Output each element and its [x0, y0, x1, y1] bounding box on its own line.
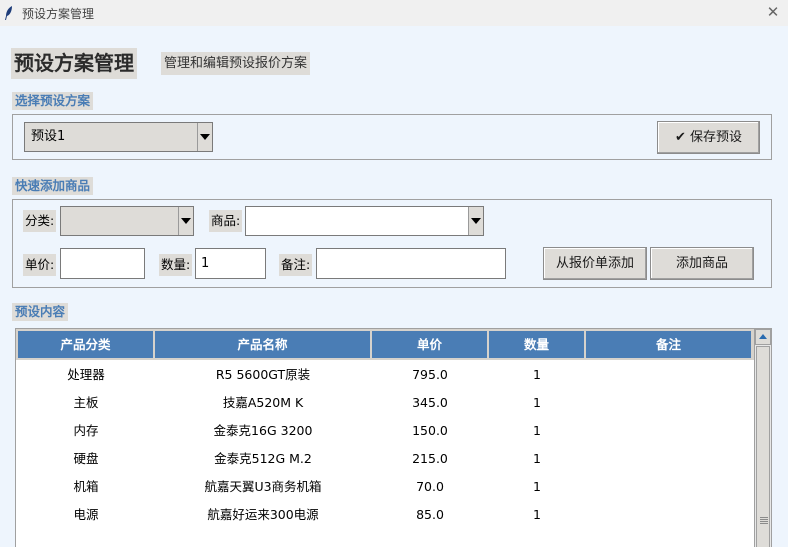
close-icon[interactable]: ✕	[764, 2, 782, 22]
scroll-up-icon[interactable]	[755, 329, 771, 345]
table-row[interactable]: 内存 金泰克16G 3200 150.0 1	[16, 417, 755, 445]
column-header-note[interactable]: 备注	[586, 331, 752, 358]
add-from-quote-button[interactable]: 从报价单添加	[543, 247, 647, 280]
vertical-scrollbar[interactable]	[754, 329, 771, 547]
chevron-down-icon[interactable]	[468, 207, 483, 235]
cell-note	[586, 361, 752, 389]
note-input[interactable]	[316, 248, 506, 279]
client-area: 预设方案管理 管理和编辑预设报价方案 选择预设方案 预设1 ✔ 保存预设 快速添…	[0, 26, 788, 547]
quick-add-section-label: 快速添加商品	[12, 177, 94, 195]
preset-content-table[interactable]: 产品分类 产品名称 单价 数量 备注 处理器 R5 5600GT原装 795.0…	[15, 328, 772, 547]
cell-product-name: 航嘉好运来300电源	[207, 507, 319, 522]
table-row[interactable]: 机箱 航嘉天翼U3商务机箱 70.0 1	[16, 473, 755, 501]
cell-quantity: 1	[533, 451, 541, 466]
save-preset-button[interactable]: ✔ 保存预设	[657, 121, 760, 154]
cell-unit-price: 70.0	[416, 479, 444, 494]
product-label: 商品:	[209, 210, 243, 232]
cell-unit-price: 795.0	[412, 367, 448, 382]
category-combobox[interactable]	[60, 206, 194, 236]
table-row[interactable]: 主板 技嘉A520M K 345.0 1	[16, 389, 755, 417]
cell-note	[586, 473, 752, 501]
price-input[interactable]	[60, 248, 145, 279]
category-label: 分类:	[23, 210, 57, 232]
feather-icon	[5, 6, 12, 20]
quick-add-frame: 分类: 商品: 单价: 数量: 1 备注: 从报价单添加 添加商品	[12, 199, 772, 288]
window-title: 预设方案管理	[22, 7, 95, 21]
table-row[interactable]: 处理器 R5 5600GT原装 795.0 1	[16, 361, 755, 389]
title-bar: 预设方案管理 ✕	[0, 0, 788, 26]
cell-product-name: 技嘉A520M K	[222, 395, 304, 410]
grip-line	[760, 523, 768, 524]
column-header-quantity[interactable]: 数量	[489, 331, 585, 358]
cell-category: 主板	[73, 395, 99, 410]
cell-note	[586, 389, 752, 417]
cell-product-name: 金泰克16G 3200	[213, 423, 313, 438]
cell-category: 处理器	[67, 367, 105, 382]
preset-combobox[interactable]: 预设1	[24, 122, 213, 152]
add-product-button[interactable]: 添加商品	[650, 247, 754, 280]
cell-category: 内存	[73, 423, 99, 438]
cell-quantity: 1	[533, 423, 541, 438]
table-row[interactable]: 硬盘 金泰克512G M.2 215.0 1	[16, 445, 755, 473]
chevron-down-icon[interactable]	[197, 123, 212, 151]
page-title: 预设方案管理	[11, 48, 137, 79]
cell-product-name: 金泰克512G M.2	[214, 451, 312, 466]
quantity-label: 数量:	[159, 254, 193, 276]
cell-quantity: 1	[533, 395, 541, 410]
cell-product-name: 航嘉天翼U3商务机箱	[204, 479, 322, 494]
cell-note	[586, 445, 752, 473]
cell-unit-price: 215.0	[412, 451, 448, 466]
column-header-category[interactable]: 产品分类	[18, 331, 154, 358]
cell-product-name: R5 5600GT原装	[215, 367, 311, 382]
grip-line	[760, 521, 768, 522]
cell-quantity: 1	[533, 479, 541, 494]
cell-quantity: 1	[533, 367, 541, 382]
cell-note	[586, 417, 752, 445]
table-row[interactable]: 电源 航嘉好运来300电源 85.0 1	[16, 501, 755, 529]
scrollbar-thumb[interactable]	[756, 346, 770, 547]
cell-quantity: 1	[533, 507, 541, 522]
table-header: 产品分类 产品名称 单价 数量 备注	[16, 329, 755, 360]
column-header-unit-price[interactable]: 单价	[372, 331, 488, 358]
select-preset-frame: 预设1 ✔ 保存预设	[12, 114, 772, 160]
preset-content-section-label: 预设内容	[12, 303, 69, 321]
preset-combobox-value: 预设1	[31, 129, 66, 144]
quantity-input[interactable]: 1	[195, 248, 266, 279]
cell-category: 电源	[73, 507, 99, 522]
cell-unit-price: 150.0	[412, 423, 448, 438]
cell-unit-price: 345.0	[412, 395, 448, 410]
product-combobox[interactable]	[245, 206, 484, 236]
price-label: 单价:	[23, 254, 57, 276]
grip-line	[760, 517, 768, 518]
cell-category: 机箱	[73, 479, 99, 494]
note-label: 备注:	[279, 254, 313, 276]
cell-category: 硬盘	[73, 451, 99, 466]
select-preset-section-label: 选择预设方案	[12, 92, 94, 110]
grip-line	[760, 519, 768, 520]
column-header-product-name[interactable]: 产品名称	[155, 331, 371, 358]
cell-note	[586, 501, 752, 529]
chevron-down-icon[interactable]	[178, 207, 193, 235]
cell-unit-price: 85.0	[416, 507, 444, 522]
page-subtitle: 管理和编辑预设报价方案	[161, 52, 311, 75]
